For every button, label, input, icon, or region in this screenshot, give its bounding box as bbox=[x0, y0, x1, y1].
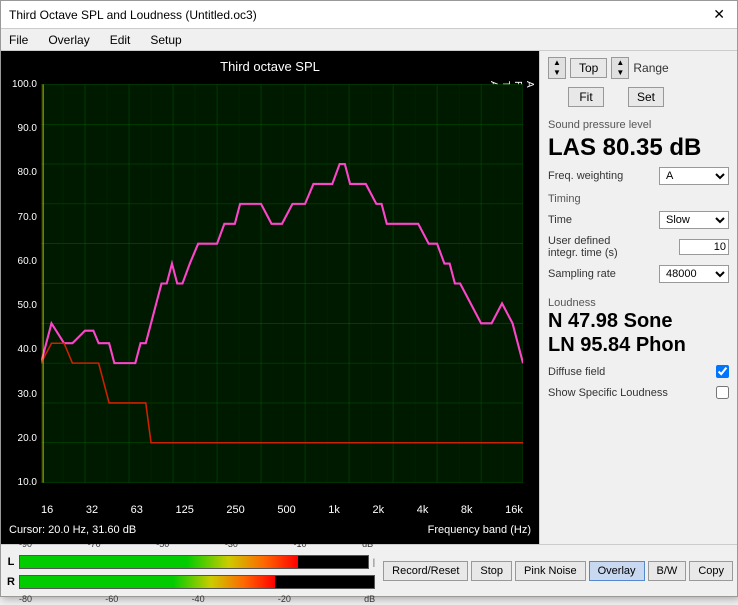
loudness-section: Loudness N 47.98 Sone LN 95.84 Phon bbox=[548, 293, 729, 357]
db-label-bottom: dB bbox=[364, 594, 375, 604]
freq-label: Frequency band (Hz) bbox=[428, 524, 531, 536]
spl-value: LAS 80.35 dB bbox=[548, 135, 729, 161]
copy-button[interactable]: Copy bbox=[689, 561, 733, 581]
menu-setup[interactable]: Setup bbox=[146, 32, 185, 48]
chart-area: Third octave SPL ARTA 100.0 90.0 80.0 70… bbox=[1, 51, 539, 544]
menu-bar: File Overlay Edit Setup bbox=[1, 29, 737, 51]
stop-button[interactable]: Stop bbox=[471, 561, 512, 581]
user-integ-input[interactable] bbox=[679, 239, 729, 255]
set-button[interactable]: Set bbox=[628, 87, 664, 107]
show-specific-label: Show Specific Loudness bbox=[548, 387, 668, 399]
main-area: Third octave SPL ARTA 100.0 90.0 80.0 70… bbox=[1, 51, 737, 544]
user-integ-label: User definedintegr. time (s) bbox=[548, 235, 618, 259]
x-axis-labels: 16 32 63 125 250 500 1k 2k 4k 8k 16k bbox=[41, 504, 523, 516]
top-fit-row: ▲ ▼ Top ▲ ▼ Range bbox=[548, 57, 729, 79]
user-integ-row: User definedintegr. time (s) bbox=[548, 235, 729, 259]
time-row: Time Slow Fast Impulse Leq bbox=[548, 211, 729, 229]
show-specific-row: Show Specific Loudness bbox=[548, 386, 729, 399]
timing-section-label: Timing bbox=[548, 193, 729, 205]
pink-noise-button[interactable]: Pink Noise bbox=[515, 561, 586, 581]
freq-weighting-label: Freq. weighting bbox=[548, 170, 623, 182]
show-specific-checkbox[interactable] bbox=[716, 386, 729, 399]
spl-section-label: Sound pressure level bbox=[548, 119, 729, 131]
diffuse-field-row: Diffuse field bbox=[548, 365, 729, 378]
range-down-btn[interactable]: ▼ bbox=[612, 68, 628, 78]
close-button[interactable]: ✕ bbox=[709, 6, 729, 23]
freq-weighting-select[interactable]: A B C Z bbox=[659, 167, 729, 185]
r-meter-row: R bbox=[5, 573, 375, 591]
time-select[interactable]: Slow Fast Impulse Leq bbox=[659, 211, 729, 229]
window-title: Third Octave SPL and Loudness (Untitled.… bbox=[9, 8, 257, 22]
l-meter-bar bbox=[19, 555, 369, 569]
r-meter-fill bbox=[20, 576, 275, 588]
cursor-text: Cursor: 20.0 Hz, 31.60 dB bbox=[9, 524, 136, 536]
menu-overlay[interactable]: Overlay bbox=[44, 32, 93, 48]
fit-set-row: Fit Set bbox=[548, 87, 729, 107]
bottom-bar: -90 -70 -50 -30 -10 dB L | bbox=[1, 544, 737, 596]
fit-button[interactable]: Fit bbox=[568, 87, 604, 107]
sampling-row: Sampling rate 44100 48000 96000 bbox=[548, 265, 729, 283]
chart-footer: Cursor: 20.0 Hz, 31.60 dB Frequency band… bbox=[9, 524, 531, 536]
diffuse-label: Diffuse field bbox=[548, 366, 605, 378]
top-spinner[interactable]: ▲ ▼ bbox=[548, 57, 566, 79]
sampling-select[interactable]: 44100 48000 96000 bbox=[659, 265, 729, 283]
top-button[interactable]: Top bbox=[570, 58, 607, 78]
menu-edit[interactable]: Edit bbox=[106, 32, 135, 48]
meter-section: -90 -70 -50 -30 -10 dB L | bbox=[5, 537, 375, 605]
scale2-tick-3: -40 bbox=[192, 594, 205, 604]
title-bar: Third Octave SPL and Loudness (Untitled.… bbox=[1, 1, 737, 29]
scale2-tick-4: -20 bbox=[278, 594, 291, 604]
loudness-section-label: Loudness bbox=[548, 297, 729, 309]
top-down-btn[interactable]: ▼ bbox=[549, 68, 565, 78]
diffuse-checkbox[interactable] bbox=[716, 365, 729, 378]
main-window: Third Octave SPL and Loudness (Untitled.… bbox=[0, 0, 738, 597]
record-reset-button[interactable]: Record/Reset bbox=[383, 561, 468, 581]
freq-weighting-row: Freq. weighting A B C Z bbox=[548, 167, 729, 185]
scale2-tick-2: -60 bbox=[105, 594, 118, 604]
l-meter-row: L | bbox=[5, 553, 375, 571]
range-label: Range bbox=[633, 61, 668, 75]
l-meter-fill bbox=[20, 556, 298, 568]
scale2-tick-1: -80 bbox=[19, 594, 32, 604]
y-axis: 100.0 90.0 80.0 70.0 60.0 50.0 40.0 30.0… bbox=[5, 79, 37, 488]
menu-file[interactable]: File bbox=[5, 32, 32, 48]
top-up-btn[interactable]: ▲ bbox=[549, 58, 565, 68]
range-up-btn[interactable]: ▲ bbox=[612, 58, 628, 68]
right-panel: ▲ ▼ Top ▲ ▼ Range Fit Set Sound pressure… bbox=[539, 51, 737, 544]
ln-value: LN 95.84 Phon bbox=[548, 333, 729, 357]
r-meter-bar bbox=[19, 575, 375, 589]
time-label: Time bbox=[548, 214, 572, 226]
overlay-button[interactable]: Overlay bbox=[589, 561, 645, 581]
chart-canvas bbox=[41, 79, 523, 488]
chart-svg bbox=[41, 79, 523, 488]
r-channel-label: R bbox=[5, 576, 17, 588]
range-spinner[interactable]: ▲ ▼ bbox=[611, 57, 629, 79]
action-buttons: Record/Reset Stop Pink Noise Overlay B/W… bbox=[383, 561, 733, 581]
chart-title: Third octave SPL bbox=[220, 59, 320, 74]
bw-button[interactable]: B/W bbox=[648, 561, 687, 581]
n-value: N 47.98 Sone bbox=[548, 309, 729, 333]
l-channel-label: L bbox=[5, 556, 17, 568]
sampling-label: Sampling rate bbox=[548, 268, 616, 280]
